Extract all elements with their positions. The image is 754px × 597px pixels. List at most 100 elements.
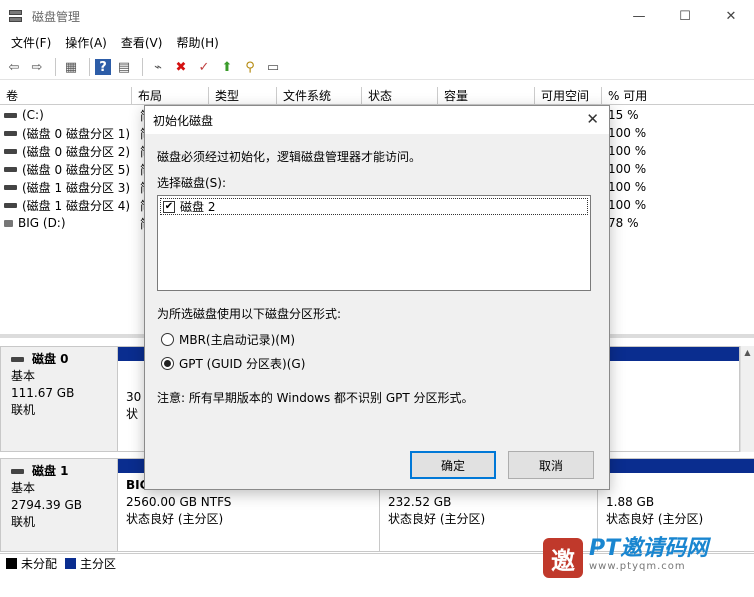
- disk-checkbox[interactable]: ✔: [163, 200, 175, 213]
- watermark: 邀 PT邀请码网 www.ptyqm.com: [543, 536, 743, 580]
- column-layout[interactable]: 布局: [132, 87, 209, 104]
- dialog-body: 磁盘必须经过初始化，逻辑磁盘管理器才能访问。 选择磁盘(S): ✔ 磁盘 2 为…: [145, 134, 609, 489]
- volume-percent-free: 100 %: [608, 144, 647, 158]
- column-capacity[interactable]: 容量: [438, 87, 535, 104]
- gpt-radio[interactable]: [161, 357, 174, 370]
- toolbar-separator: [142, 58, 143, 76]
- partition-status: 状态良好 (主分区): [388, 512, 486, 526]
- volume-name: (磁盘 0 磁盘分区 2): [22, 144, 131, 159]
- volume-name: BIG (D:): [18, 216, 66, 230]
- select-disk-label: 选择磁盘(S):: [157, 176, 227, 190]
- cancel-button[interactable]: 取消: [508, 451, 594, 479]
- close-button[interactable]: ✕: [708, 0, 754, 32]
- volume-percent-free: 78 %: [608, 216, 639, 230]
- legend-unallocated-label: 未分配: [21, 557, 58, 571]
- window-title: 磁盘管理: [32, 9, 81, 24]
- legend-unallocated-swatch: [6, 558, 17, 569]
- partition-size: 232.52 GB: [388, 495, 452, 509]
- list-view-icon[interactable]: ▦: [61, 57, 81, 77]
- ok-button[interactable]: 确定: [410, 451, 496, 479]
- drive-icon: [4, 202, 17, 208]
- mbr-radio[interactable]: [161, 333, 174, 346]
- dialog-title: 初始化磁盘: [153, 113, 214, 128]
- disk-1-info[interactable]: 磁盘 1 基本 2794.39 GB 联机: [0, 458, 118, 552]
- initialize-disk-dialog: 初始化磁盘 ✕ 磁盘必须经过初始化，逻辑磁盘管理器才能访问。 选择磁盘(S): …: [144, 105, 610, 490]
- check-icon[interactable]: ✓: [194, 57, 214, 77]
- drive-icon: [4, 130, 17, 136]
- drive-icon: [4, 219, 13, 227]
- properties-icon[interactable]: ▤: [114, 57, 134, 77]
- drive-icon: [4, 148, 17, 154]
- disk-size: 2794.39 GB: [11, 498, 82, 512]
- search-icon[interactable]: ⚲: [240, 57, 260, 77]
- disk-item-label: 磁盘 2: [180, 200, 216, 214]
- column-percent-free[interactable]: % 可用: [602, 87, 754, 104]
- disk-name: 磁盘 0: [32, 352, 69, 366]
- folder-up-icon[interactable]: ⬆: [217, 57, 237, 77]
- column-free-space[interactable]: 可用空间: [535, 87, 602, 104]
- volume-name: (C:): [22, 108, 44, 122]
- dialog-title-bar: 初始化磁盘 ✕: [145, 106, 609, 134]
- menu-help[interactable]: 帮助(H): [169, 34, 225, 51]
- disk-type: 基本: [11, 481, 36, 495]
- partition-bar: [598, 459, 754, 473]
- connect-icon[interactable]: ⌁: [148, 57, 168, 77]
- close-icon[interactable]: ✕: [586, 110, 599, 128]
- partition-size: 1.88 GB: [606, 495, 655, 509]
- menu-view[interactable]: 查看(V): [114, 34, 170, 51]
- list-item[interactable]: ✔ 磁盘 2: [160, 198, 588, 215]
- window-controls: — ☐ ✕: [616, 0, 754, 32]
- menu-bar: 文件(F) 操作(A) 查看(V) 帮助(H): [0, 32, 754, 52]
- title-bar: 磁盘管理 — ☐ ✕: [0, 0, 754, 32]
- forward-arrow-icon[interactable]: ⇨: [27, 57, 47, 77]
- mbr-label: MBR(主启动记录)(M): [179, 333, 296, 347]
- volume-name: (磁盘 0 磁盘分区 1): [22, 126, 131, 141]
- menu-file[interactable]: 文件(F): [4, 34, 58, 51]
- volume-percent-free: 15 %: [608, 108, 639, 122]
- toolbar-separator: [55, 58, 56, 76]
- volume-percent-free: 100 %: [608, 180, 647, 194]
- console-icon[interactable]: ▭: [263, 57, 283, 77]
- gpt-label: GPT (GUID 分区表)(G): [179, 357, 306, 371]
- scroll-up-icon[interactable]: ▲: [740, 346, 754, 452]
- partition-status: 状态良好 (主分区): [126, 512, 224, 526]
- dialog-note: 注意: 所有早期版本的 Windows 都不识别 GPT 分区形式。: [157, 391, 474, 405]
- drive-icon: [4, 184, 17, 190]
- gpt-option[interactable]: GPT (GUID 分区表)(G): [161, 355, 305, 372]
- volume-list-header: 卷 布局 类型 文件系统 状态 容量 可用空间 % 可用: [0, 87, 754, 105]
- back-arrow-icon[interactable]: ⇦: [4, 57, 24, 77]
- mbr-option[interactable]: MBR(主启动记录)(M): [161, 331, 295, 348]
- watermark-main: PT邀请码网: [589, 536, 709, 561]
- disk-icon: [11, 469, 24, 474]
- watermark-logo: 邀: [543, 538, 583, 578]
- disk-list[interactable]: ✔ 磁盘 2: [157, 195, 591, 291]
- watermark-sub: www.ptyqm.com: [589, 561, 686, 572]
- legend-primary-swatch: [65, 558, 77, 569]
- drive-icon: [4, 112, 17, 118]
- help-icon[interactable]: ?: [95, 59, 111, 75]
- delete-icon[interactable]: ✖: [171, 57, 191, 77]
- volume-percent-free: 100 %: [608, 198, 647, 212]
- column-filesystem[interactable]: 文件系统: [277, 87, 362, 104]
- partition-status: 状态良好 (主分区): [606, 512, 704, 526]
- legend-primary-label: 主分区: [80, 557, 117, 571]
- column-volume[interactable]: 卷: [0, 87, 132, 104]
- column-type[interactable]: 类型: [209, 87, 277, 104]
- disk-size: 111.67 GB: [11, 386, 75, 400]
- volume-name: (磁盘 1 磁盘分区 3): [22, 180, 131, 195]
- disk-name: 磁盘 1: [32, 464, 69, 478]
- disk-type: 基本: [11, 369, 36, 383]
- disk-status: 联机: [11, 515, 36, 529]
- disk-0-info[interactable]: 磁盘 0 基本 111.67 GB 联机: [0, 346, 118, 452]
- column-status[interactable]: 状态: [362, 87, 438, 104]
- disk-management-icon: [8, 8, 24, 24]
- menu-action[interactable]: 操作(A): [58, 34, 114, 51]
- drive-icon: [4, 166, 17, 172]
- volume-percent-free: 100 %: [608, 126, 647, 140]
- disk-icon: [11, 357, 24, 362]
- minimize-button[interactable]: —: [616, 0, 662, 32]
- maximize-button[interactable]: ☐: [662, 0, 708, 32]
- disk-status: 联机: [11, 403, 36, 417]
- partition-size: 2560.00 GB NTFS: [126, 495, 232, 509]
- volume-name: (磁盘 1 磁盘分区 4): [22, 198, 131, 213]
